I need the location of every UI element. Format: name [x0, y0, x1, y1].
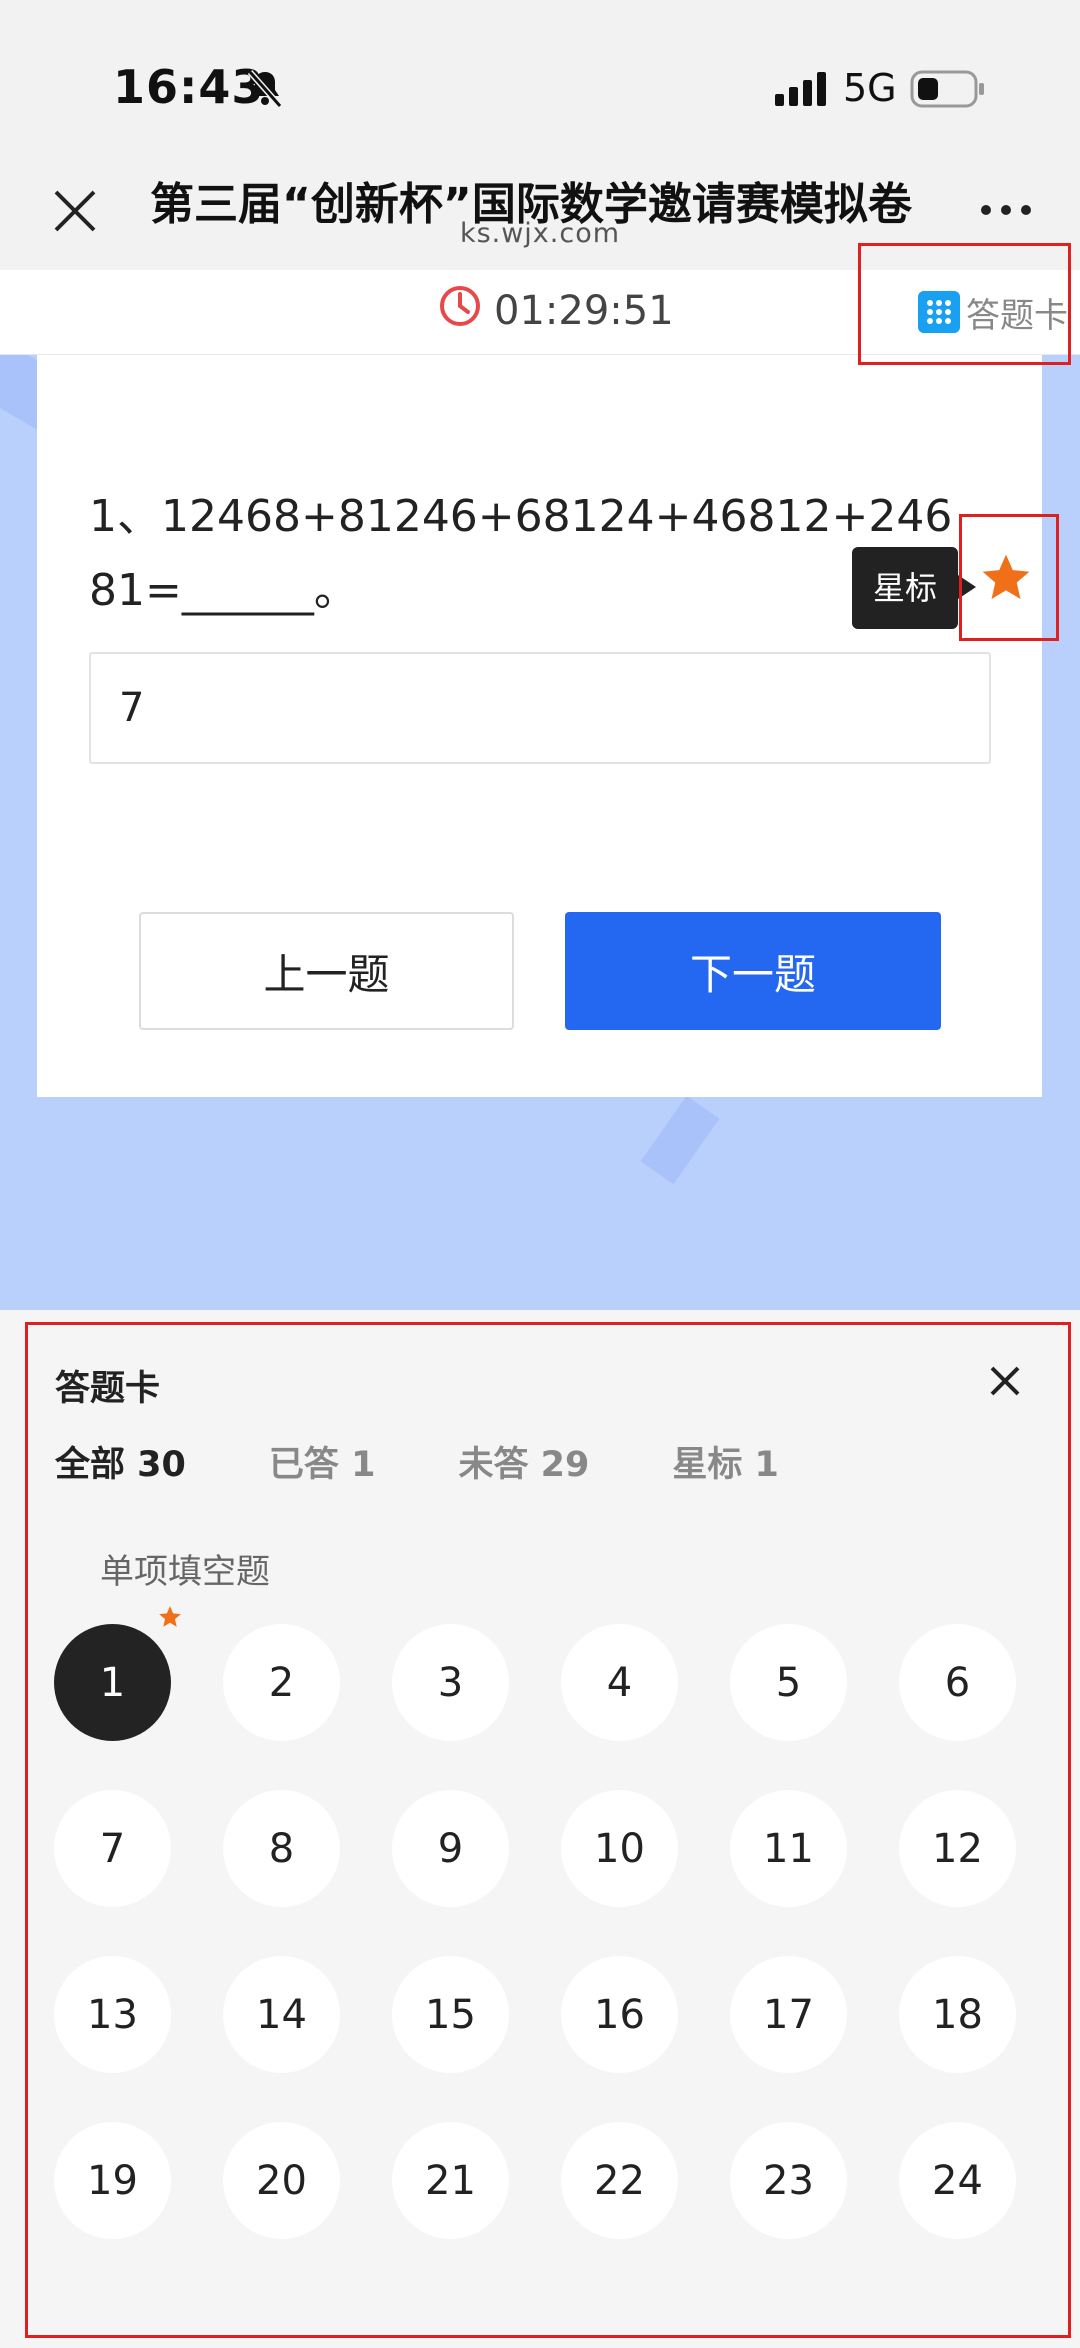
- status-bar: 16:43 5G: [0, 0, 1080, 150]
- question-number-5[interactable]: 5: [730, 1624, 847, 1741]
- close-sheet-icon[interactable]: [988, 1364, 1022, 1398]
- tab-all[interactable]: 全部 30: [55, 1436, 186, 1487]
- question-number-13[interactable]: 13: [54, 1956, 171, 2073]
- section-label: 单项填空题: [100, 1552, 270, 1592]
- question-number-17[interactable]: 17: [730, 1956, 847, 2073]
- answer-card-button[interactable]: 答题卡: [918, 290, 1068, 336]
- question-number-1[interactable]: 1: [54, 1606, 181, 1741]
- bell-muted-icon: [247, 70, 283, 108]
- question-number-3[interactable]: 3: [392, 1624, 509, 1741]
- nav-bar: 第三届“创新杯”国际数学邀请赛模拟卷 ks.wjx.com: [0, 150, 1080, 270]
- next-question-button[interactable]: 下一题: [565, 912, 941, 1030]
- clock-icon: [440, 286, 480, 326]
- grid-icon: [918, 291, 960, 333]
- answer-sheet-panel: 答题卡 全部 30 已答 1 未答 29 星标 1 单项填空题 12345678…: [0, 1310, 1080, 2348]
- question-number-22[interactable]: 22: [561, 2122, 678, 2239]
- question-number-20[interactable]: 20: [223, 2122, 340, 2239]
- question-text: 1、12468+81246+68124+46812+24681=______。: [89, 491, 953, 616]
- tab-starred[interactable]: 星标 1: [672, 1436, 779, 1487]
- star-tooltip: 星标: [852, 547, 976, 629]
- answer-input[interactable]: [89, 652, 991, 764]
- signal-icon: [775, 72, 826, 106]
- filter-tabs: 全部 30 已答 1 未答 29 星标 1: [55, 1436, 862, 1487]
- background-decoration: [640, 1095, 720, 1185]
- question-number-4[interactable]: 4: [561, 1624, 678, 1741]
- timer-bar: 01:29:51 答题卡: [0, 270, 1080, 355]
- question-number-9[interactable]: 9: [392, 1790, 509, 1907]
- question-number-24[interactable]: 24: [899, 2122, 1016, 2239]
- question-number-2[interactable]: 2: [223, 1624, 340, 1741]
- question-number-8[interactable]: 8: [223, 1790, 340, 1907]
- star-icon[interactable]: [978, 550, 1034, 606]
- network-label: 5G: [843, 66, 897, 110]
- question-number-12[interactable]: 12: [899, 1790, 1016, 1907]
- question-number-15[interactable]: 15: [392, 1956, 509, 2073]
- question-number-18[interactable]: 18: [899, 1956, 1016, 2073]
- prev-question-button[interactable]: 上一题: [139, 912, 514, 1030]
- question-number-7[interactable]: 7: [54, 1790, 171, 1907]
- answer-card-label: 答题卡: [966, 295, 1068, 336]
- question-number-21[interactable]: 21: [392, 2122, 509, 2239]
- question-number-23[interactable]: 23: [730, 2122, 847, 2239]
- more-icon[interactable]: [978, 200, 1034, 220]
- tab-unanswered[interactable]: 未答 29: [458, 1436, 589, 1487]
- answer-sheet-title: 答题卡: [55, 1369, 161, 1409]
- question-number-11[interactable]: 11: [730, 1790, 847, 1907]
- battery-icon: [910, 70, 984, 108]
- question-card: 1、12468+81246+68124+46812+24681=______。 …: [37, 355, 1042, 1097]
- question-number-19[interactable]: 19: [54, 2122, 171, 2239]
- status-time: 16:43: [113, 60, 265, 114]
- tab-answered[interactable]: 已答 1: [269, 1436, 376, 1487]
- question-number-16[interactable]: 16: [561, 1956, 678, 2073]
- star-icon: [159, 1606, 181, 1627]
- timer-value: 01:29:51: [494, 288, 674, 334]
- page-url: ks.wjx.com: [459, 218, 621, 249]
- question-number-10[interactable]: 10: [561, 1790, 678, 1907]
- question-number-14[interactable]: 14: [223, 1956, 340, 2073]
- question-number-6[interactable]: 6: [899, 1624, 1016, 1741]
